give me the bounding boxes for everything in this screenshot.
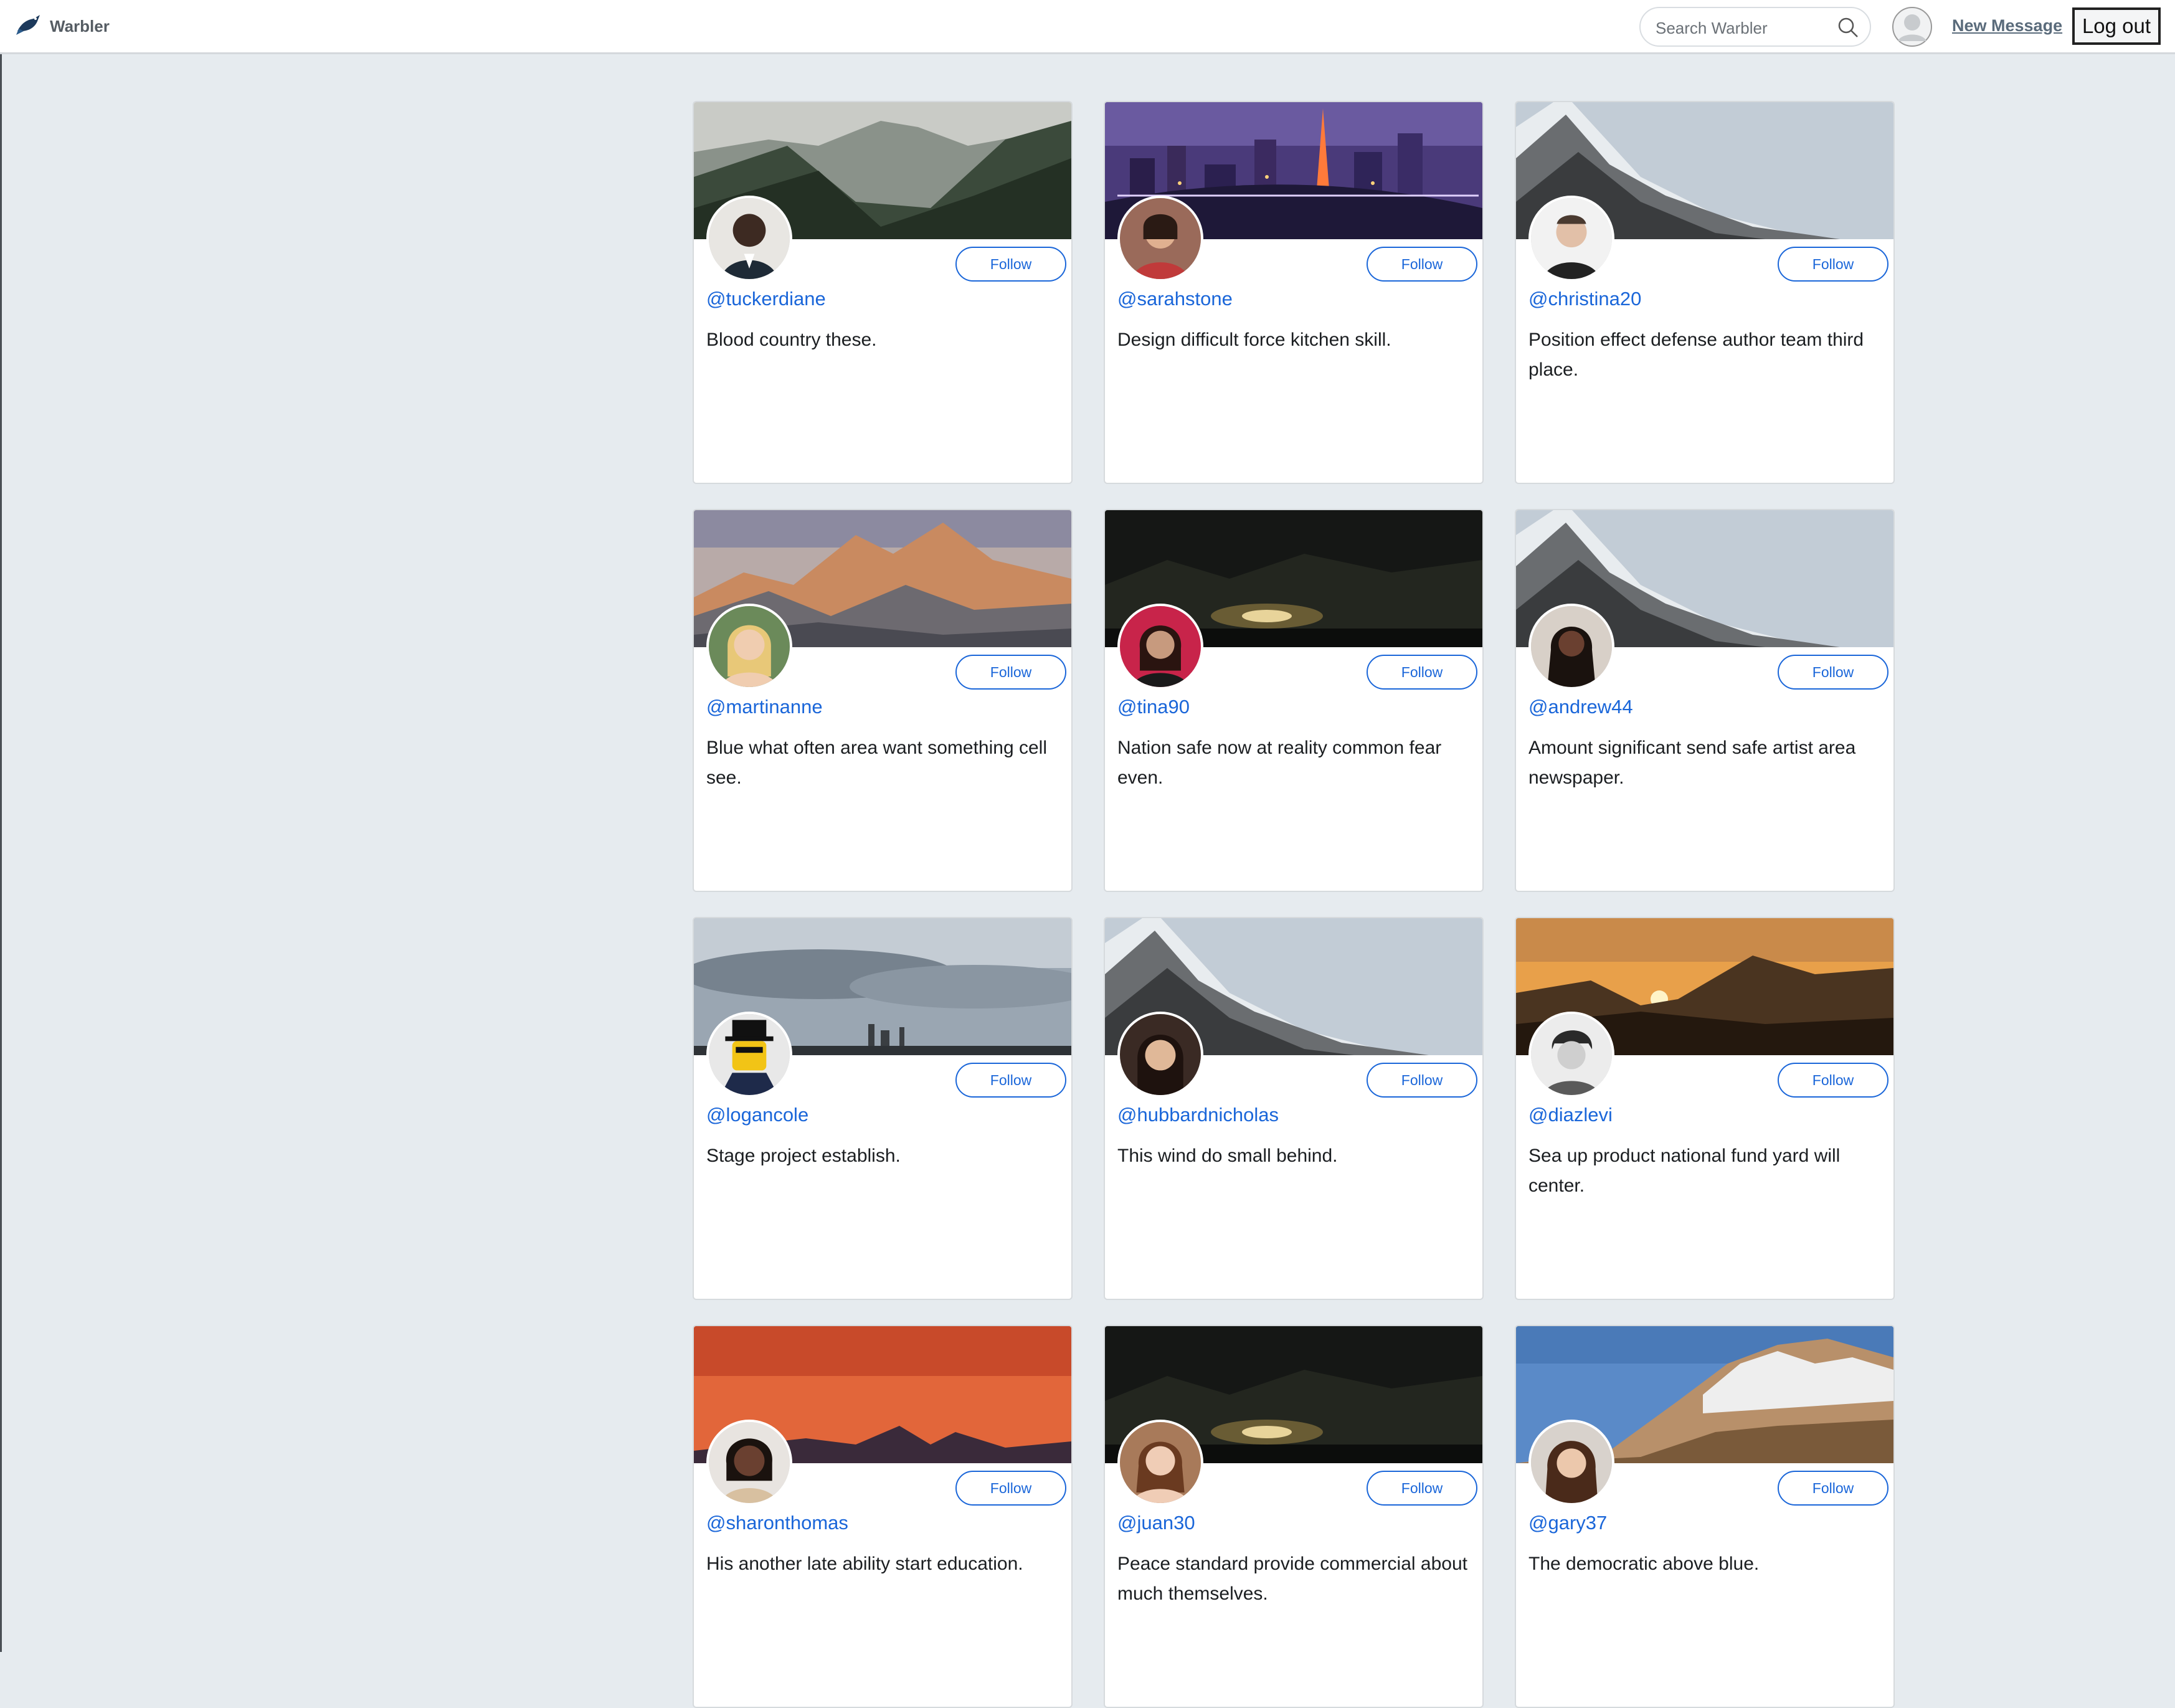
search-input[interactable] [1654, 16, 1825, 40]
user-handle-link[interactable]: @sarahstone [1117, 288, 1233, 310]
user-bio: Nation safe now at reality common fear e… [1117, 738, 1442, 788]
user-avatar [1117, 196, 1203, 282]
follow-button[interactable]: Follow [955, 1063, 1066, 1098]
user-card: Follow @andrew44 Amount significant send… [1515, 509, 1895, 892]
user-avatar [1528, 196, 1614, 282]
follow-button[interactable]: Follow [955, 655, 1066, 690]
user-handle-link[interactable]: @andrew44 [1528, 696, 1633, 718]
user-bio: Amount significant send safe artist area… [1528, 738, 1856, 788]
user-bio: Stage project establish. [706, 1146, 901, 1166]
user-handle-link[interactable]: @hubbardnicholas [1117, 1104, 1279, 1126]
user-avatar [1528, 1420, 1614, 1506]
follow-button[interactable]: Follow [1778, 1063, 1888, 1098]
brand[interactable]: Warbler [15, 11, 110, 41]
user-bio: This wind do small behind. [1117, 1146, 1338, 1166]
follow-button[interactable]: Follow [955, 247, 1066, 282]
user-card: Follow @logancole Stage project establis… [693, 917, 1073, 1300]
search-icon[interactable] [1837, 17, 1859, 38]
brand-label: Warbler [50, 16, 110, 36]
user-bio: The democratic above blue. [1528, 1554, 1760, 1574]
search-box[interactable] [1639, 7, 1871, 47]
user-card: Follow @hubbardnicholas This wind do sma… [1104, 917, 1484, 1300]
current-user-avatar-icon[interactable] [1892, 6, 1933, 47]
new-message-link[interactable]: New Message [1952, 16, 2062, 36]
user-handle-link[interactable]: @logancole [706, 1104, 808, 1126]
user-handle-link[interactable]: @sharonthomas [706, 1512, 848, 1534]
follow-button[interactable]: Follow [1367, 1471, 1477, 1506]
user-handle-link[interactable]: @tuckerdiane [706, 288, 826, 310]
user-bio: His another late ability start education… [706, 1554, 1023, 1574]
user-handle-link[interactable]: @martinanne [706, 696, 823, 718]
logout-button[interactable]: Log out [2072, 7, 2161, 45]
top-navbar: Warbler New Message Log out [0, 0, 2175, 54]
user-card: Follow @sharonthomas His another late ab… [693, 1325, 1073, 1708]
user-card: Follow @tina90 Nation safe now at realit… [1104, 509, 1484, 892]
user-avatar [1117, 604, 1203, 690]
user-avatar [1528, 604, 1614, 690]
user-handle-link[interactable]: @gary37 [1528, 1512, 1607, 1534]
user-card: Follow @gary37 The democratic above blue… [1515, 1325, 1895, 1708]
user-handle-link[interactable]: @tina90 [1117, 696, 1190, 718]
follow-button[interactable]: Follow [1778, 655, 1888, 690]
user-avatar [1117, 1012, 1203, 1098]
user-avatar [706, 1012, 792, 1098]
user-bio: Position effect defense author team thir… [1528, 330, 1864, 380]
user-bio: Sea up product national fund yard will c… [1528, 1146, 1841, 1196]
user-avatar [706, 1420, 792, 1506]
follow-button[interactable]: Follow [1367, 1063, 1477, 1098]
user-avatar [706, 196, 792, 282]
follow-button[interactable]: Follow [1778, 247, 1888, 282]
follow-button[interactable]: Follow [1367, 247, 1477, 282]
user-handle-link[interactable]: @diazlevi [1528, 1104, 1613, 1126]
user-card: Follow @sarahstone Design difficult forc… [1104, 101, 1484, 484]
user-bio: Blood country these. [706, 330, 877, 350]
user-bio: Blue what often area want something cell… [706, 738, 1047, 788]
user-card: Follow @tuckerdiane Blood country these. [693, 101, 1073, 484]
user-handle-link[interactable]: @juan30 [1117, 1512, 1195, 1534]
follow-button[interactable]: Follow [955, 1471, 1066, 1506]
user-avatar [706, 604, 792, 690]
user-card: Follow @diazlevi Sea up product national… [1515, 917, 1895, 1300]
follow-button[interactable]: Follow [1367, 655, 1477, 690]
user-bio: Peace standard provide commercial about … [1117, 1554, 1467, 1604]
follow-button[interactable]: Follow [1778, 1471, 1888, 1506]
user-card: Follow @christina20 Position effect defe… [1515, 101, 1895, 484]
user-handle-link[interactable]: @christina20 [1528, 288, 1641, 310]
user-card: Follow @juan30 Peace standard provide co… [1104, 1325, 1484, 1708]
left-edge-rule [0, 54, 2, 1652]
warbler-bird-icon [15, 12, 42, 40]
user-avatar [1117, 1420, 1203, 1506]
user-card: Follow @martinanne Blue what often area … [693, 509, 1073, 892]
user-avatar [1528, 1012, 1614, 1098]
user-bio: Design difficult force kitchen skill. [1117, 330, 1391, 350]
